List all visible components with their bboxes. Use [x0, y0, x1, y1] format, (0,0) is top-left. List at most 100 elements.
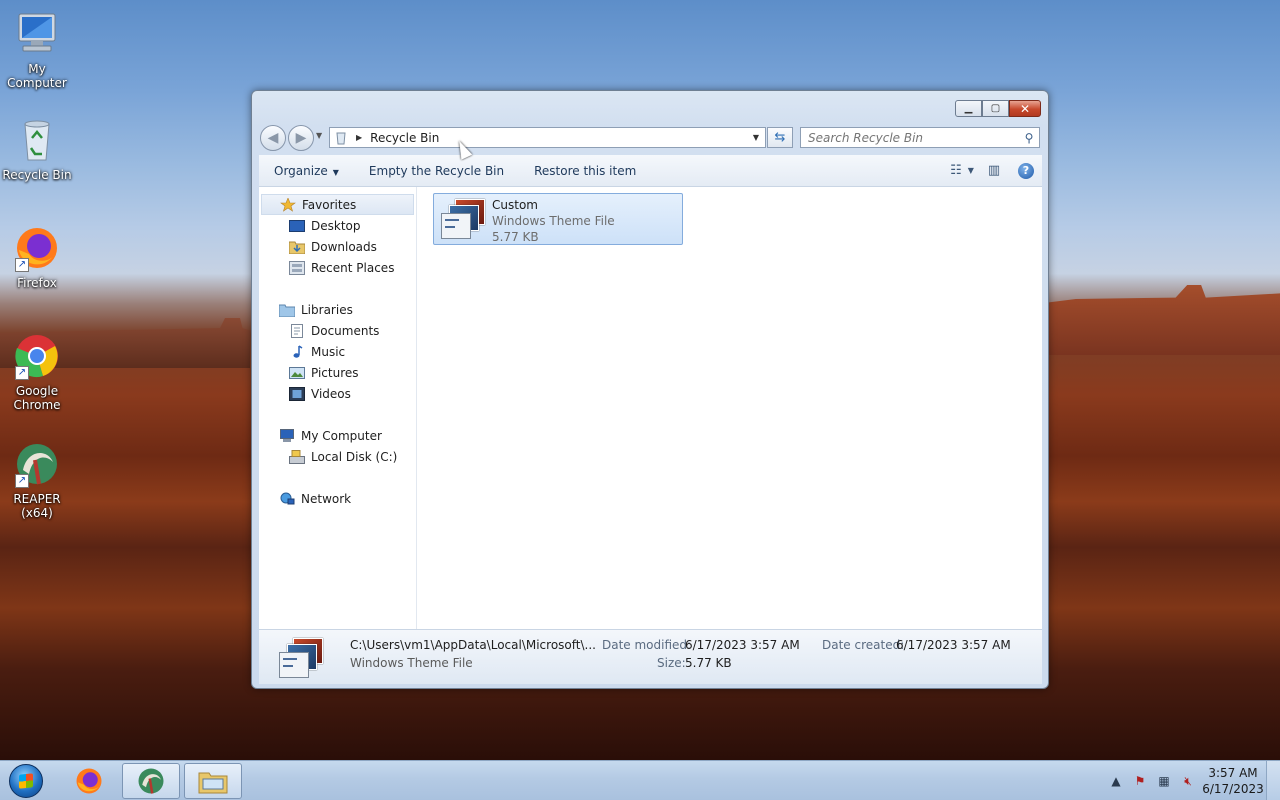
- explorer-icon: [198, 772, 228, 794]
- desktop-icon-label: Google Chrome: [13, 384, 61, 412]
- desktop-icon-label: Firefox: [17, 276, 57, 290]
- nav-recent-places-label: Recent Places: [311, 260, 395, 275]
- desktop-icon-firefox[interactable]: ↗ Firefox: [0, 224, 74, 290]
- network-icon: [279, 492, 295, 506]
- desktop-icon-label: REAPER (x64): [13, 492, 61, 520]
- shortcut-arrow-icon: ↗: [15, 258, 29, 272]
- minimize-button[interactable]: ▁: [955, 100, 982, 117]
- explorer-client-area: Favorites Desktop Downloads Recent Place…: [259, 187, 1042, 629]
- empty-recycle-bin-button[interactable]: Empty the Recycle Bin: [354, 159, 519, 183]
- videos-icon: [289, 386, 305, 401]
- local-disk-icon: [289, 449, 305, 464]
- help-button[interactable]: ?: [1010, 159, 1042, 183]
- notification-area: ▲ ⚑ ▦ 🔇︎ 3:57 AM 6/17/2023: [1104, 761, 1280, 800]
- file-size: 5.77 KB: [492, 230, 539, 244]
- file-type: Windows Theme File: [492, 214, 615, 228]
- toolbar-right: ☷ ▼ ▥ ?: [946, 159, 1042, 183]
- file-list: Custom Windows Theme File 5.77 KB: [418, 187, 1042, 629]
- nav-documents[interactable]: Documents: [259, 320, 416, 341]
- clock[interactable]: 3:57 AM 6/17/2023: [1200, 765, 1266, 797]
- maximize-button[interactable]: ▢: [982, 100, 1009, 117]
- preview-pane-button[interactable]: ▥: [978, 159, 1010, 183]
- change-view-button[interactable]: ☷ ▼: [946, 159, 978, 183]
- nav-videos-label: Videos: [311, 386, 351, 401]
- taskbar: ▲ ⚑ ▦ 🔇︎ 3:57 AM 6/17/2023: [0, 760, 1280, 800]
- desktop-icon-my-computer[interactable]: My Computer: [0, 10, 74, 90]
- organize-label: Organize: [274, 163, 328, 178]
- computer-icon: [13, 10, 61, 58]
- arrow-left-icon: ◀: [267, 130, 279, 146]
- taskbar-firefox[interactable]: [60, 763, 118, 799]
- nav-pictures[interactable]: Pictures: [259, 362, 416, 383]
- forward-button[interactable]: ▶: [288, 125, 314, 151]
- search-icon[interactable]: ⚲: [1019, 131, 1039, 145]
- clock-time: 3:57 AM: [1208, 766, 1258, 780]
- address-dropdown-button[interactable]: ▼: [747, 133, 765, 142]
- search-box[interactable]: ⚲: [800, 127, 1040, 148]
- nav-my-computer[interactable]: My Computer: [259, 425, 416, 446]
- desktop-icon-label: Recycle Bin: [2, 168, 72, 182]
- file-item-custom[interactable]: Custom Windows Theme File 5.77 KB: [433, 193, 683, 245]
- nav-local-disk[interactable]: Local Disk (C:): [259, 446, 416, 467]
- documents-icon: [289, 323, 305, 338]
- nav-music[interactable]: Music: [259, 341, 416, 362]
- nav-libraries[interactable]: Libraries: [259, 299, 416, 320]
- details-pane: C:\Users\vm1\AppData\Local\Microsoft\...…: [259, 629, 1042, 684]
- breadcrumb-chevron-icon[interactable]: ▶: [356, 133, 362, 142]
- nav-favorites-label: Favorites: [302, 197, 357, 212]
- music-icon: [289, 344, 305, 359]
- nav-downloads-label: Downloads: [311, 239, 377, 254]
- desktop-icon-recycle-bin[interactable]: Recycle Bin: [0, 116, 74, 182]
- desktop-icon-reaper[interactable]: ↗ REAPER (x64): [0, 440, 74, 520]
- nav-network[interactable]: Network: [259, 488, 416, 509]
- desktop-icon-chrome[interactable]: ↗ Google Chrome: [0, 332, 74, 412]
- libraries-icon: [278, 303, 296, 317]
- organize-button[interactable]: Organize ▼: [259, 159, 354, 183]
- back-button[interactable]: ◀: [260, 125, 286, 151]
- file-name: Custom: [492, 198, 538, 212]
- theme-file-icon: [277, 636, 331, 680]
- nav-videos[interactable]: Videos: [259, 383, 416, 404]
- start-button[interactable]: [4, 763, 48, 799]
- recent-pages-dropdown[interactable]: ▼: [316, 131, 322, 140]
- nav-desktop[interactable]: Desktop: [259, 215, 416, 236]
- desktop-icon: [289, 219, 305, 233]
- nav-libraries-label: Libraries: [301, 302, 353, 317]
- taskbar-reaper[interactable]: [122, 763, 180, 799]
- shortcut-arrow-icon: ↗: [15, 474, 29, 488]
- date-modified-label: Date modified:: [602, 638, 692, 652]
- nav-pictures-label: Pictures: [311, 365, 359, 380]
- shortcut-arrow-icon: ↗: [15, 366, 29, 380]
- explorer-window: ▁ ▢ ✕ ◀ ▶ ▼ ▶ Recycle Bin ▼ ⇆ ⚲ Organize…: [251, 90, 1049, 689]
- refresh-icon: ⇆: [774, 130, 786, 145]
- restore-item-button[interactable]: Restore this item: [519, 159, 651, 183]
- show-hidden-icons-button[interactable]: ▲: [1104, 774, 1128, 788]
- navigation-pane: Favorites Desktop Downloads Recent Place…: [259, 187, 417, 629]
- breadcrumb-location[interactable]: Recycle Bin: [370, 131, 439, 145]
- refresh-button[interactable]: ⇆: [767, 127, 793, 148]
- taskbar-explorer[interactable]: [184, 763, 242, 799]
- reaper-icon: ↗: [13, 440, 61, 488]
- command-bar: Organize ▼ Empty the Recycle Bin Restore …: [259, 155, 1042, 187]
- search-input[interactable]: [801, 130, 1019, 145]
- address-bar[interactable]: ▶ Recycle Bin ▼: [329, 127, 766, 148]
- chevron-down-icon: ▼: [332, 167, 339, 177]
- nav-network-label: Network: [301, 491, 352, 506]
- show-desktop-button[interactable]: [1266, 761, 1280, 800]
- date-created-value: 6/17/2023 3:57 AM: [896, 638, 1011, 652]
- network-status-icon[interactable]: ▦: [1152, 774, 1176, 788]
- nav-recent-places[interactable]: Recent Places: [259, 257, 416, 278]
- nav-favorites[interactable]: Favorites: [261, 194, 414, 215]
- close-button[interactable]: ✕: [1009, 100, 1041, 117]
- nav-documents-label: Documents: [311, 323, 380, 338]
- chrome-icon: ↗: [13, 332, 61, 380]
- reaper-icon: [138, 768, 164, 794]
- firefox-icon: [76, 768, 102, 794]
- recent-places-icon: [289, 260, 305, 275]
- details-type: Windows Theme File: [350, 656, 473, 670]
- volume-muted-icon[interactable]: 🔇︎: [1176, 774, 1200, 789]
- action-center-flag-icon[interactable]: ⚑: [1128, 774, 1152, 788]
- recycle-bin-icon: [334, 131, 350, 145]
- nav-downloads[interactable]: Downloads: [259, 236, 416, 257]
- windows-logo-icon: [9, 764, 43, 798]
